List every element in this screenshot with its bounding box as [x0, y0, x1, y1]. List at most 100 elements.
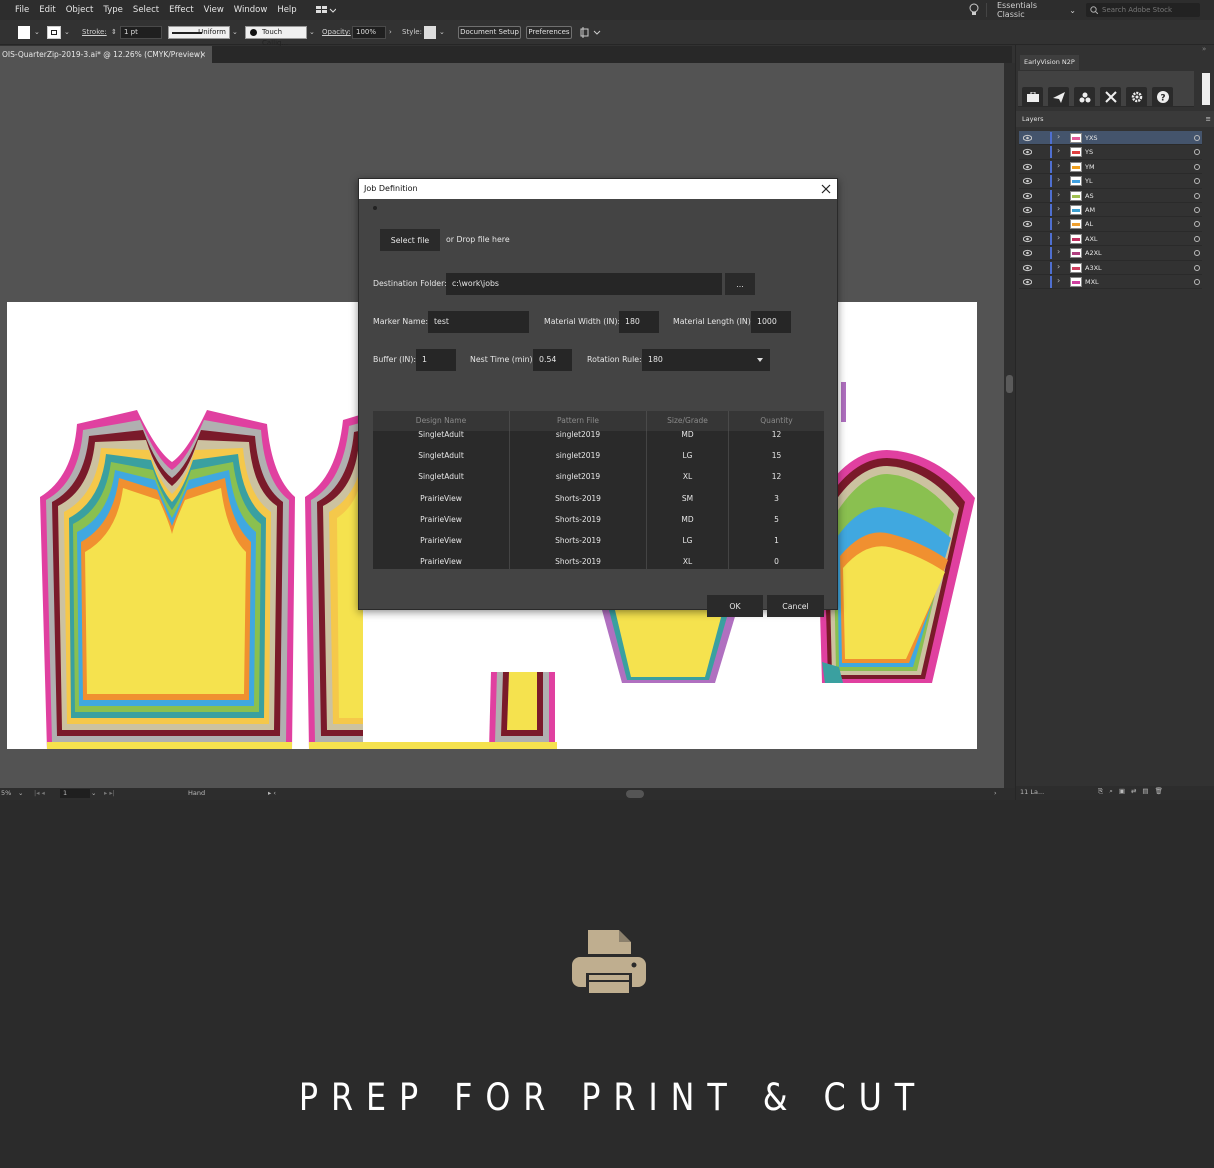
- layer-row[interactable]: › AXL: [1019, 231, 1202, 247]
- select-file-button[interactable]: Select file: [380, 229, 440, 251]
- table-row[interactable]: PrairieView Shorts-2019 XL 0: [373, 551, 824, 569]
- style-swatch[interactable]: [424, 26, 436, 39]
- chevron-right-icon[interactable]: ›: [1057, 262, 1060, 271]
- stroke-label[interactable]: Stroke:: [82, 26, 107, 39]
- fill-swatch[interactable]: [18, 26, 30, 39]
- target-icon[interactable]: [1194, 149, 1200, 156]
- chevron-right-icon[interactable]: ›: [1057, 161, 1060, 170]
- eye-icon[interactable]: [1023, 177, 1032, 185]
- stepper-icon[interactable]: ⇕: [111, 26, 117, 39]
- chevron-right-icon[interactable]: ›: [1057, 175, 1060, 184]
- status-menu-icon[interactable]: ▸ ‹: [268, 789, 276, 797]
- layer-row[interactable]: › A3XL: [1019, 260, 1202, 275]
- menu-file[interactable]: File: [10, 5, 34, 15]
- chevron-right-icon[interactable]: ›: [1057, 204, 1060, 213]
- target-icon[interactable]: [1194, 250, 1200, 257]
- opacity-field[interactable]: 100%: [352, 26, 386, 39]
- menu-object[interactable]: Object: [61, 5, 99, 15]
- horizontal-scroll-thumb[interactable]: [626, 790, 644, 798]
- menu-edit[interactable]: Edit: [34, 5, 60, 15]
- stroke-weight-field[interactable]: 1 pt: [120, 26, 162, 39]
- chevron-down-icon[interactable]: ⌄: [34, 26, 40, 39]
- arrange-documents-icon[interactable]: [315, 5, 336, 15]
- cluster-icon[interactable]: [1074, 87, 1095, 107]
- layer-row[interactable]: › YL: [1019, 174, 1202, 189]
- target-icon[interactable]: [1194, 206, 1200, 213]
- align-icon[interactable]: [580, 26, 602, 39]
- close-icon[interactable]: [819, 182, 833, 196]
- layer-row[interactable]: › A2XL: [1019, 246, 1202, 261]
- eye-icon[interactable]: [1023, 220, 1032, 228]
- cancel-button[interactable]: Cancel: [767, 595, 824, 617]
- chevron-down-icon[interactable]: ⌄: [232, 26, 238, 39]
- chevron-down-icon[interactable]: ⌄: [64, 26, 70, 39]
- eye-icon[interactable]: [1023, 148, 1032, 156]
- stock-search-input[interactable]: Search Adobe Stock: [1086, 3, 1200, 17]
- menu-view[interactable]: View: [199, 5, 229, 15]
- chevron-down-icon[interactable]: ⌄: [18, 789, 23, 797]
- buffer-input[interactable]: 1: [416, 349, 456, 371]
- layer-row[interactable]: › MXL: [1019, 274, 1202, 290]
- target-icon[interactable]: [1194, 192, 1200, 199]
- eye-icon[interactable]: [1023, 278, 1032, 286]
- column-pattern-file[interactable]: Pattern File: [510, 411, 647, 431]
- stroke-swatch[interactable]: [47, 26, 61, 39]
- preferences-button[interactable]: Preferences: [526, 26, 572, 39]
- stroke-profile-select[interactable]: Uniform: [168, 26, 230, 39]
- browse-button[interactable]: ...: [725, 273, 755, 295]
- layer-row[interactable]: › YS: [1019, 145, 1202, 160]
- target-icon[interactable]: [1194, 278, 1200, 285]
- workspace-switcher[interactable]: Essentials Classic ⌄: [986, 1, 1076, 19]
- artboard-number[interactable]: 1: [60, 789, 90, 798]
- menu-effect[interactable]: Effect: [164, 5, 198, 15]
- column-size-grade[interactable]: Size/Grade: [647, 411, 729, 431]
- layer-row[interactable]: › YXS: [1019, 131, 1202, 146]
- rotation-rule-select[interactable]: 180: [642, 349, 770, 371]
- menu-help[interactable]: Help: [272, 5, 301, 15]
- target-icon[interactable]: [1194, 264, 1200, 271]
- chevron-right-icon[interactable]: ›: [1057, 132, 1060, 141]
- layer-row[interactable]: › YM: [1019, 159, 1202, 175]
- layer-actions-icon[interactable]: ⎘⌕▣⇄▤🗑: [1098, 787, 1169, 796]
- layer-row[interactable]: › AM: [1019, 202, 1202, 218]
- layer-row[interactable]: › AS: [1019, 188, 1202, 203]
- chevron-right-icon[interactable]: ›: [1057, 233, 1060, 242]
- nest-time-input[interactable]: 0.54: [533, 349, 572, 371]
- eye-icon[interactable]: [1023, 206, 1032, 214]
- chevron-right-icon[interactable]: ›: [1057, 276, 1060, 285]
- chevron-right-icon[interactable]: ›: [1057, 190, 1060, 199]
- plugin-scrollbar[interactable]: [1202, 73, 1210, 105]
- eye-icon[interactable]: [1023, 264, 1032, 272]
- ok-button[interactable]: OK: [707, 595, 763, 617]
- document-tab[interactable]: OIS-QuarterZip-2019-3.ai* @ 12.26% (CMYK…: [0, 46, 212, 63]
- material-width-input[interactable]: 180: [619, 311, 659, 333]
- target-icon[interactable]: [1194, 235, 1200, 242]
- destination-folder-input[interactable]: c:\work\jobs: [446, 273, 722, 295]
- target-icon[interactable]: [1194, 221, 1200, 228]
- last-artboard-icon[interactable]: ▸ ▸|: [104, 789, 115, 797]
- chevron-right-icon[interactable]: ›: [1057, 247, 1060, 256]
- chevron-right-icon[interactable]: ›: [389, 26, 392, 39]
- scrollbar-thumb[interactable]: [1006, 375, 1013, 393]
- panel-menu-icon[interactable]: ≡: [1206, 111, 1211, 127]
- document-setup-button[interactable]: Document Setup: [458, 26, 521, 39]
- lightbulb-icon[interactable]: [968, 3, 980, 17]
- chevron-right-icon[interactable]: ›: [1057, 146, 1060, 155]
- eye-icon[interactable]: [1023, 134, 1032, 142]
- table-row[interactable]: SingletAdult singlet2019 LG 15: [373, 445, 824, 467]
- table-row[interactable]: PrairieView Shorts-2019 SM 3: [373, 487, 824, 509]
- first-artboard-icon[interactable]: |◂ ◂: [34, 789, 45, 797]
- scroll-right-icon[interactable]: ›: [994, 789, 997, 797]
- eye-icon[interactable]: [1023, 163, 1032, 171]
- briefcase-icon[interactable]: [1022, 87, 1043, 107]
- eye-icon[interactable]: [1023, 249, 1032, 257]
- gear-icon[interactable]: [1126, 87, 1147, 107]
- menu-select[interactable]: Select: [128, 5, 164, 15]
- target-icon[interactable]: [1194, 178, 1200, 185]
- column-quantity[interactable]: Quantity: [729, 411, 824, 431]
- eye-icon[interactable]: [1023, 235, 1032, 243]
- chevron-down-icon[interactable]: ⌄: [91, 789, 96, 797]
- plugin-tab[interactable]: EarlyVision N2P: [1020, 55, 1079, 70]
- table-row[interactable]: PrairieView Shorts-2019 MD 5: [373, 508, 824, 530]
- opacity-label[interactable]: Opacity:: [322, 26, 351, 39]
